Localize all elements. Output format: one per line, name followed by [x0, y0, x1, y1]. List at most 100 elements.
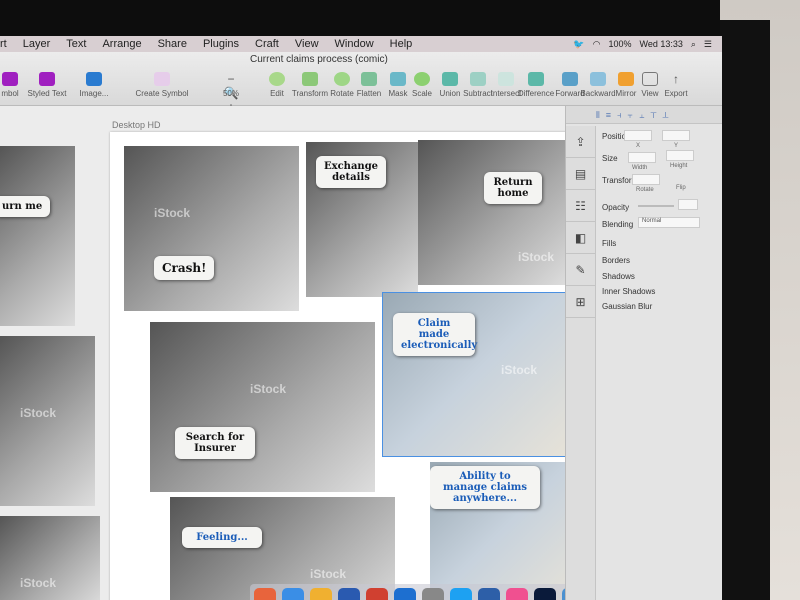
intersect-icon — [498, 72, 514, 86]
artboard-label[interactable]: Desktop HD — [112, 120, 161, 130]
panel-return-home[interactable]: Return home iStock — [418, 140, 566, 285]
opacity-label: Opacity — [602, 203, 630, 212]
label: Styled Text — [27, 89, 67, 98]
panel-ability[interactable]: Ability to manage claims anywhere... — [430, 462, 570, 600]
height-field[interactable] — [666, 150, 694, 161]
dock-app-icon[interactable] — [282, 588, 304, 600]
menu-craft[interactable]: Craft — [255, 38, 279, 50]
panel-exchange-details[interactable]: Exchange details — [306, 142, 418, 297]
dock-settings-icon[interactable] — [422, 588, 444, 600]
toolbar: Current claims process (comic) mbol Styl… — [0, 52, 722, 114]
zoom-control[interactable]: − 🔍 +50% — [209, 72, 253, 114]
edit-icon — [269, 72, 285, 86]
left-artboard: urn me iStock iStock — [0, 106, 100, 600]
gaussian-blur-select[interactable]: Gaussian Blur — [602, 302, 652, 311]
shadows-section[interactable]: Shadows — [602, 272, 635, 281]
dock-photoshop-icon[interactable] — [534, 588, 556, 600]
label: Scale — [411, 89, 432, 98]
scale-icon — [414, 72, 430, 86]
dock-todoist-icon[interactable] — [366, 588, 388, 600]
panel-search-insurer[interactable]: iStock Search for Insurer — [150, 322, 375, 492]
caption-crash: Crash! — [154, 256, 215, 280]
twitter-icon[interactable]: 🐦 — [573, 39, 584, 50]
menu-layer[interactable]: Layer — [23, 38, 51, 50]
dock-app-icon[interactable] — [478, 588, 500, 600]
create-symbol-icon — [154, 72, 170, 86]
dock-sketch-icon[interactable] — [310, 588, 332, 600]
styled-text-button[interactable]: Styled Text — [20, 72, 74, 98]
print-tab-icon[interactable]: ▤ — [566, 158, 595, 190]
image-icon — [86, 72, 102, 86]
blending-select[interactable]: Normal — [638, 217, 700, 228]
watermark: iStock — [20, 576, 57, 590]
menu-text[interactable]: Text — [66, 38, 86, 50]
label: Difference — [517, 89, 555, 98]
forward-icon — [562, 72, 578, 86]
dock-music-icon[interactable] — [506, 588, 528, 600]
battery-level[interactable]: 100% — [608, 39, 631, 50]
flip-label: Flip — [676, 185, 686, 191]
watermark: iStock — [154, 206, 191, 220]
edit-tab-icon[interactable]: ✎ — [566, 254, 595, 286]
union-icon — [442, 72, 458, 86]
wifi-icon[interactable]: ◠ — [593, 39, 601, 50]
dock-twitter-icon[interactable] — [450, 588, 472, 600]
alignment-toolbar[interactable]: ⫴≡⫞⫟⫠⊤⊥ — [566, 106, 722, 124]
rotate-field[interactable] — [632, 174, 660, 185]
blending-label: Blending — [602, 220, 634, 229]
laptop-bezel — [0, 0, 800, 36]
watermark: iStock — [20, 406, 57, 420]
menu-arrange[interactable]: Arrange — [102, 38, 141, 50]
panel-claim-electronic[interactable]: Claim made electronically iStock — [382, 292, 567, 457]
subtract-icon — [470, 72, 486, 86]
status-area: 🐦 ◠ 100% Wed 13:33 ⌕ ☰ — [573, 39, 722, 50]
x-label: X — [636, 143, 641, 149]
list-icon[interactable]: ☰ — [704, 39, 712, 50]
width-field[interactable] — [628, 152, 656, 163]
height-label: Height — [670, 163, 688, 169]
label: Image... — [79, 89, 109, 98]
dock-app-icon[interactable] — [254, 588, 276, 600]
difference-icon — [528, 72, 544, 86]
y-field[interactable] — [662, 130, 690, 141]
flatten-icon — [361, 72, 377, 86]
zoom-level: 50% — [222, 89, 239, 98]
fills-section[interactable]: Fills — [602, 239, 616, 248]
opacity-slider[interactable] — [638, 205, 674, 207]
menu-window[interactable]: Window — [335, 38, 374, 50]
backward-icon — [590, 72, 606, 86]
canvas[interactable]: urn me iStock iStock Desktop HD iStock C… — [0, 106, 720, 600]
menu-view[interactable]: View — [295, 38, 319, 50]
symbol-icon — [2, 72, 18, 86]
text-tab-icon[interactable]: ☷ — [566, 190, 595, 222]
menu-plugins[interactable]: Plugins — [203, 38, 239, 50]
artboard-desktop-hd[interactable]: iStock Crash! Exchange details Return ho… — [110, 132, 580, 600]
clock[interactable]: Wed 13:33 — [640, 39, 683, 50]
label: mbol — [1, 89, 19, 98]
size-label: Size — [602, 154, 618, 163]
add-image-tab-icon[interactable]: ⊞ — [566, 286, 595, 318]
dock-app-icon[interactable] — [338, 588, 360, 600]
inspector-tabs: ⇪ ▤ ☷ ◧ ✎ ⊞ — [566, 126, 596, 600]
search-icon[interactable]: ⌕ — [691, 39, 696, 50]
borders-section[interactable]: Borders — [602, 256, 630, 265]
watermark: iStock — [310, 567, 347, 581]
menu-help[interactable]: Help — [390, 38, 413, 50]
export-button[interactable]: ↑ Export — [656, 72, 696, 98]
menu-share[interactable]: Share — [158, 38, 187, 50]
dock-1password-icon[interactable] — [394, 588, 416, 600]
inner-shadows-section[interactable]: Inner Shadows — [602, 287, 655, 296]
x-field[interactable] — [624, 130, 652, 141]
caption-exchange: Exchange details — [316, 156, 386, 188]
menu-edit[interactable]: rt — [0, 38, 7, 50]
image-button[interactable]: Image... — [72, 72, 116, 98]
export-tab-icon[interactable]: ⇪ — [566, 126, 595, 158]
opacity-field[interactable] — [678, 199, 698, 210]
create-symbol-button[interactable]: Create Symbol — [130, 72, 194, 98]
layout-tab-icon[interactable]: ◧ — [566, 222, 595, 254]
panel-crash[interactable]: iStock Crash! — [124, 146, 299, 311]
rotate-label: Rotate — [636, 187, 654, 193]
label: Edit — [270, 89, 284, 98]
text-icon — [39, 72, 55, 86]
label: Create Symbol — [135, 89, 189, 98]
